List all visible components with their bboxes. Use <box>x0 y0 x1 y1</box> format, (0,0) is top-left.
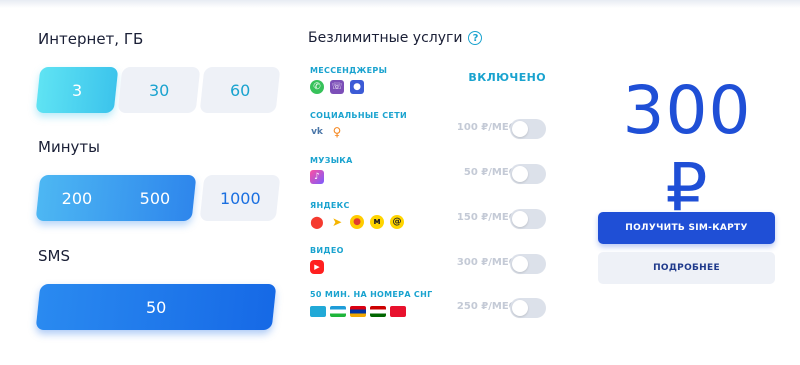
top-shadow-band <box>0 0 800 8</box>
minutes-range-selected[interactable]: 200 500 <box>35 175 197 221</box>
service-price: 50 ₽/МЕС <box>463 167 516 178</box>
minutes-option-500[interactable]: 500 <box>116 189 194 208</box>
yandex-music-icon: ● <box>350 215 364 229</box>
service-social: СОЦИАЛЬНЫЕ СЕТИ vk ♀ 100 ₽/МЕС <box>310 111 550 151</box>
tamtam-icon: ● <box>350 80 364 94</box>
yandex-mail-icon: @ <box>390 215 404 229</box>
service-messengers: МЕССЕНДЖЕРЫ ✆ ☏ ● ВКЛЮЧЕНО <box>310 66 550 106</box>
kazakhstan-flag-icon <box>310 306 326 317</box>
uzbekistan-flag-icon <box>330 306 346 317</box>
minutes-title: Минуты <box>38 138 100 156</box>
viber-icon: ☏ <box>330 80 344 94</box>
unlimited-services-title: Безлимитные услуги ? <box>308 30 483 46</box>
yandex-navigator-icon: ➤ <box>331 215 343 229</box>
sms-option-label: 50 <box>145 297 167 317</box>
minutes-option-200[interactable]: 200 <box>38 189 116 208</box>
service-yandex: ЯНДЕКС ⬤ ➤ ● м @ 150 ₽/МЕС <box>310 201 550 241</box>
service-price: 250 ₽/МЕС <box>456 301 516 312</box>
service-name: МЕССЕНДЖЕРЫ <box>310 66 388 75</box>
internet-option-label: 3 <box>71 80 83 100</box>
service-name: 50 МИН. НА НОМЕРА СНГ <box>310 290 433 299</box>
service-toggle[interactable] <box>510 254 546 274</box>
service-name: МУЗЫКА <box>310 156 353 165</box>
kyrgyzstan-flag-icon <box>390 306 406 317</box>
service-name: ВИДЕО <box>310 246 344 255</box>
service-toggle[interactable] <box>510 209 546 229</box>
minutes-option-1000[interactable]: 1000 <box>199 175 281 221</box>
service-price: 150 ₽/МЕС <box>456 212 516 223</box>
service-name: ЯНДЕКС <box>310 201 350 210</box>
yandex-market-icon: м <box>370 215 384 229</box>
unlimited-title-text: Безлимитные услуги <box>308 30 463 46</box>
minutes-option-label: 1000 <box>219 188 261 208</box>
service-price: 300 ₽/МЕС <box>456 257 516 268</box>
tajikistan-flag-icon <box>370 306 386 317</box>
vk-icon: vk <box>311 127 323 137</box>
internet-option-3[interactable]: 3 <box>35 67 119 113</box>
get-sim-card-button[interactable]: ПОЛУЧИТЬ SIM-КАРТУ <box>598 212 775 244</box>
internet-title: Интернет, ГБ <box>38 30 144 48</box>
service-cis-minutes: 50 МИН. НА НОМЕРА СНГ 250 ₽/МЕС <box>310 290 550 330</box>
help-icon[interactable]: ? <box>468 31 483 45</box>
internet-option-label: 60 <box>229 80 251 100</box>
details-button[interactable]: ПОДРОБНЕЕ <box>598 252 775 284</box>
service-icons: ✆ ☏ ● <box>310 80 364 94</box>
service-icons <box>310 306 406 317</box>
service-icons: vk ♀ <box>310 125 344 139</box>
service-name: СОЦИАЛЬНЫЕ СЕТИ <box>310 111 407 120</box>
service-status-included: ВКЛЮЧЕНО <box>468 71 546 84</box>
service-toggle[interactable] <box>510 298 546 318</box>
internet-option-60[interactable]: 60 <box>199 67 281 113</box>
service-icons: ⬤ ➤ ● м @ <box>310 215 404 229</box>
internet-option-label: 30 <box>148 80 170 100</box>
service-price: 100 ₽/МЕС <box>456 122 516 133</box>
youtube-icon: ▶ <box>310 260 324 274</box>
service-toggle[interactable] <box>510 164 546 184</box>
service-toggle[interactable] <box>510 119 546 139</box>
odnoklassniki-icon: ♀ <box>332 125 342 139</box>
internet-option-30[interactable]: 30 <box>117 67 201 113</box>
sms-title: SMS <box>38 247 70 265</box>
service-icons: ♪ <box>310 170 324 184</box>
service-music: МУЗЫКА ♪ 50 ₽/МЕС <box>310 156 550 196</box>
sms-option-50[interactable]: 50 <box>35 284 277 330</box>
yandex-maps-icon: ⬤ <box>310 215 324 229</box>
total-price: 300 ₽ <box>622 72 752 226</box>
service-video: ВИДЕО ▶ 300 ₽/МЕС <box>310 246 550 286</box>
armenia-flag-icon <box>350 306 366 317</box>
music-icon: ♪ <box>310 170 324 184</box>
service-icons: ▶ <box>310 260 324 274</box>
whatsapp-icon: ✆ <box>310 80 324 94</box>
